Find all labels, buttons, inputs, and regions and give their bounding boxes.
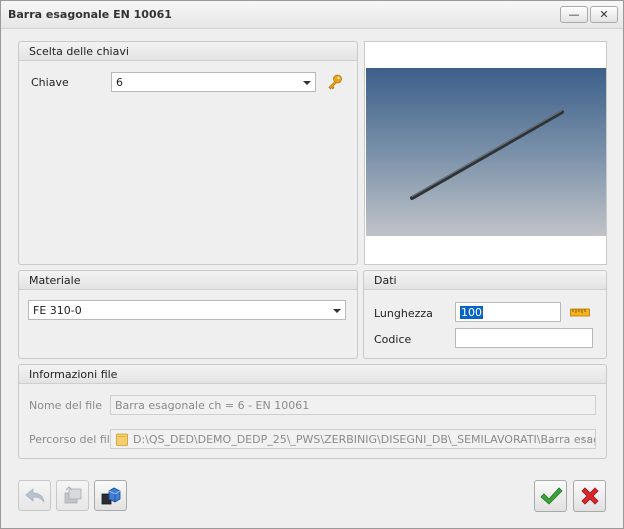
back-button	[18, 480, 51, 511]
minimize-button[interactable]: —	[560, 6, 588, 23]
code-input[interactable]	[455, 328, 593, 348]
file-name-value: Barra esagonale ch = 6 - EN 10061	[115, 399, 310, 412]
back-arrow-icon	[24, 487, 44, 502]
data-panel-title: Dati	[364, 271, 606, 290]
file-path-value: D:\QS_DED\DEMO_DEDP_25\_PWS\ZERBINIG\DIS…	[133, 433, 596, 446]
length-label: Lunghezza	[374, 307, 433, 320]
data-panel: Dati Lunghezza 100 Codice	[363, 270, 607, 359]
file-path-label: Percorso del file	[29, 433, 117, 446]
material-panel-title: Materiale	[19, 271, 357, 290]
length-value: 100	[460, 306, 483, 319]
file-name-label: Nome del file	[29, 399, 102, 412]
key-dropdown-value: 6	[116, 76, 123, 89]
key-label: Chiave	[31, 76, 69, 89]
chevron-down-icon	[303, 81, 311, 85]
3d-cubes-icon	[101, 487, 120, 504]
browse-ellipsis-button: ···	[577, 432, 591, 445]
keys-panel-title: Scelta delle chiavi	[19, 42, 357, 61]
keys-panel: Scelta delle chiavi Chiave 6	[18, 41, 358, 265]
code-label: Codice	[374, 333, 412, 346]
close-window-button[interactable]: ✕	[590, 6, 618, 23]
file-name-field: Barra esagonale ch = 6 - EN 10061	[110, 395, 596, 415]
window-title: Barra esagonale EN 10061	[8, 8, 172, 21]
dialog-window: Barra esagonale EN 10061 — ✕ Scelta dell…	[0, 0, 624, 529]
model-preview	[366, 68, 606, 236]
ruler-icon[interactable]	[570, 306, 590, 318]
copy-parts-icon	[64, 485, 81, 503]
chevron-down-icon	[333, 309, 341, 313]
cancel-button[interactable]	[573, 480, 606, 512]
material-panel: Materiale FE 310-0	[18, 270, 358, 359]
file-info-panel: Informazioni file Nome del file Barra es…	[18, 364, 607, 459]
copy-parts-button	[56, 480, 89, 511]
ok-button[interactable]	[534, 480, 567, 512]
folder-icon	[116, 433, 128, 446]
3d-view-button[interactable]	[94, 480, 127, 511]
length-input[interactable]: 100	[455, 302, 561, 322]
checkmark-icon	[539, 487, 563, 505]
file-info-panel-title: Informazioni file	[19, 365, 606, 384]
close-icon: ✕	[599, 8, 609, 21]
material-dropdown[interactable]: FE 310-0	[28, 300, 346, 320]
file-path-field: D:\QS_DED\DEMO_DEDP_25\_PWS\ZERBINIG\DIS…	[110, 429, 596, 449]
key-dropdown[interactable]: 6	[111, 72, 316, 92]
cross-icon	[580, 487, 599, 505]
title-bar: Barra esagonale EN 10061 — ✕	[1, 1, 623, 29]
preview-panel	[364, 41, 607, 265]
minimize-icon: —	[568, 8, 580, 21]
material-dropdown-value: FE 310-0	[33, 304, 82, 317]
key-icon[interactable]	[326, 73, 344, 91]
